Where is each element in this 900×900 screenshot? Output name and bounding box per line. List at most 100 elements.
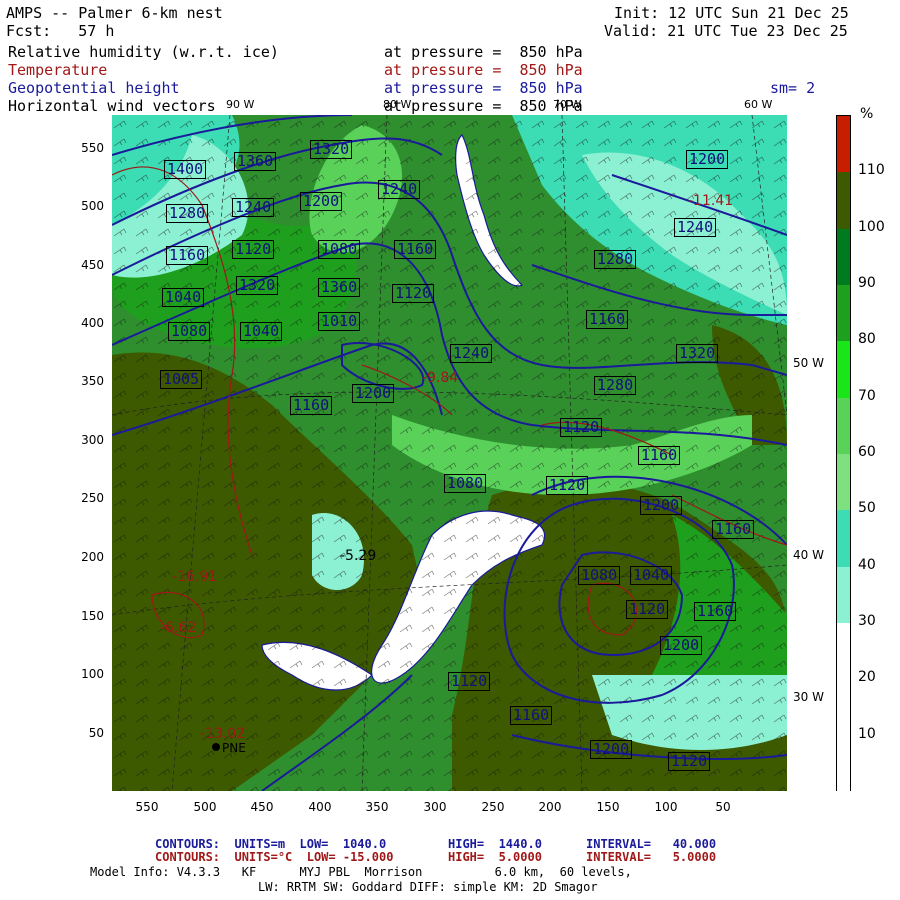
x-tick-350: 350 bbox=[365, 800, 389, 814]
height-contour-label: 1240 bbox=[378, 180, 421, 199]
height-contour-label: 1120 bbox=[668, 752, 711, 771]
lon-label-right-30w: 30 W bbox=[793, 690, 824, 704]
field-height-name: Geopotential height bbox=[8, 79, 180, 97]
height-contour-label: 1160 bbox=[586, 310, 629, 329]
height-contour-label: 1080 bbox=[578, 566, 621, 585]
x-tick-500: 500 bbox=[193, 800, 217, 814]
colorbar-label: 50 bbox=[858, 500, 876, 517]
height-contour-label: 1120 bbox=[560, 418, 603, 437]
x-tick-150: 150 bbox=[596, 800, 620, 814]
footer-temp-high-box: HIGH= 5.0000 bbox=[448, 851, 542, 864]
height-contour-label: 1120 bbox=[232, 240, 275, 259]
temp-label-ne: -11.41 bbox=[688, 193, 734, 209]
colorbar-label: 10 bbox=[858, 725, 876, 742]
colorbar-label: 70 bbox=[858, 387, 876, 404]
height-contour-label: 1005 bbox=[160, 370, 203, 389]
temp-label-min: -13.02 bbox=[200, 726, 246, 742]
height-contour-label: 1160 bbox=[510, 706, 553, 725]
height-contour-label: 1200 bbox=[590, 740, 633, 759]
temp-label-west: -6.62 bbox=[160, 620, 197, 636]
temp-label-center: -9.84 bbox=[422, 370, 459, 386]
height-contour-label: 1200 bbox=[686, 150, 729, 169]
lon-label-top-90w: 90 W bbox=[226, 98, 255, 111]
footer-temp-contours: CONTOURS: UNITS=°C LOW= -15.000 bbox=[155, 851, 393, 864]
height-contour-label: 1160 bbox=[290, 396, 333, 415]
y-tick-100: 100 bbox=[81, 667, 104, 681]
colorbar-segment bbox=[837, 397, 850, 455]
height-contour-label: 1240 bbox=[674, 218, 717, 237]
height-contour-label: 1400 bbox=[164, 160, 207, 179]
lon-label-right-40w: 40 W bbox=[793, 548, 824, 562]
colorbar-label: 30 bbox=[858, 613, 876, 629]
footer-temp-interval: INTERVAL= 5.0000 bbox=[586, 850, 717, 864]
height-contour-label: 1200 bbox=[660, 636, 703, 655]
footer-height-prefix: CONTOURS: UNITS=m LOW= 1040.0 bbox=[155, 837, 387, 851]
height-contour-label: 1120 bbox=[626, 600, 669, 619]
colorbar-label: 20 bbox=[858, 669, 876, 686]
colorbar-segment bbox=[837, 566, 850, 624]
field-temp-level: at pressure = 850 hPa bbox=[384, 61, 583, 79]
height-contour-label: 1320 bbox=[236, 276, 279, 295]
y-tick-300: 300 bbox=[81, 433, 104, 447]
field-rh-name: Relative humidity (w.r.t. ice) bbox=[8, 43, 279, 61]
lon-label-right-50w: 50 W bbox=[793, 356, 824, 370]
valid-time: Valid: 21 UTC Tue 23 Dec 25 bbox=[604, 22, 848, 40]
y-tick-200: 200 bbox=[81, 550, 104, 564]
x-tick-400: 400 bbox=[308, 800, 332, 814]
height-contour-label: 1360 bbox=[234, 152, 277, 171]
height-contour-label: 1160 bbox=[166, 246, 209, 265]
height-contour-label: 1080 bbox=[318, 240, 361, 259]
y-tick-350: 350 bbox=[81, 374, 104, 388]
lon-label-top-60w: 60 W bbox=[744, 98, 773, 111]
height-contour-label: 1160 bbox=[394, 240, 437, 259]
init-time: Init: 12 UTC Sun 21 Dec 25 bbox=[614, 4, 849, 22]
colorbar-segment bbox=[837, 623, 850, 680]
colorbar-unit: % bbox=[860, 106, 874, 122]
height-contour-label: 1240 bbox=[450, 344, 493, 363]
colorbar-segment bbox=[837, 172, 850, 230]
colorbar-segment bbox=[837, 454, 850, 511]
y-tick-400: 400 bbox=[81, 316, 104, 330]
x-tick-300: 300 bbox=[423, 800, 447, 814]
colorbar-segment bbox=[837, 341, 850, 399]
height-contour-label: 1160 bbox=[638, 446, 681, 465]
temp-label-peninsula: -5.29 bbox=[340, 548, 377, 564]
height-contour-label: 1040 bbox=[240, 322, 283, 341]
height-contour-label: 1040 bbox=[162, 288, 205, 307]
station-label: PNE bbox=[222, 741, 246, 755]
colorbar-segment bbox=[837, 228, 850, 286]
colorbar-segment bbox=[837, 735, 850, 793]
footer-temp-prefix: CONTOURS: UNITS=°C LOW= -15.000 bbox=[155, 850, 394, 864]
height-contour-label: 1160 bbox=[712, 520, 755, 539]
y-tick-450: 450 bbox=[81, 258, 104, 272]
height-contour-label: 1280 bbox=[594, 250, 637, 269]
x-tick-200: 200 bbox=[538, 800, 562, 814]
height-contour-label: 1240 bbox=[232, 198, 275, 217]
field-temp-name: Temperature bbox=[8, 61, 108, 79]
colorbar bbox=[836, 115, 851, 793]
y-tick-500: 500 bbox=[81, 199, 104, 213]
station-marker bbox=[212, 743, 220, 751]
smoothing-label: sm= 2 bbox=[770, 79, 816, 97]
footer-temp-interval-box: INTERVAL= 5.0000 bbox=[586, 851, 716, 864]
colorbar-segment bbox=[837, 285, 850, 342]
temp-label-sw: -16.91 bbox=[172, 569, 218, 585]
colorbar-segment bbox=[837, 116, 850, 173]
colorbar-segment bbox=[837, 510, 850, 568]
forecast-hour: Fcst: 57 h bbox=[6, 22, 115, 40]
footer-physics-info: LW: RRTM SW: Goddard DIFF: simple KM: 2D… bbox=[258, 880, 598, 894]
footer-height-interval: INTERVAL= 40.000 bbox=[586, 837, 717, 851]
colorbar-segment bbox=[837, 679, 850, 737]
height-contour-label: 1280 bbox=[594, 376, 637, 395]
footer-temp-high: HIGH= 5.0000 bbox=[448, 850, 542, 864]
height-contour-label: 1040 bbox=[630, 566, 673, 585]
colorbar-label: 80 bbox=[858, 331, 876, 348]
field-height-level: at pressure = 850 hPa bbox=[384, 79, 583, 97]
y-tick-150: 150 bbox=[81, 609, 104, 623]
height-contour-label: 1080 bbox=[444, 474, 487, 493]
colorbar-label: 100 bbox=[858, 218, 885, 235]
x-tick-450: 450 bbox=[250, 800, 274, 814]
footer-model-info: Model Info: V4.3.3 KF MYJ PBL Morrison 6… bbox=[90, 865, 632, 879]
app-title: AMPS -- Palmer 6-km nest bbox=[6, 4, 223, 22]
colorbar-label: 40 bbox=[858, 556, 876, 573]
